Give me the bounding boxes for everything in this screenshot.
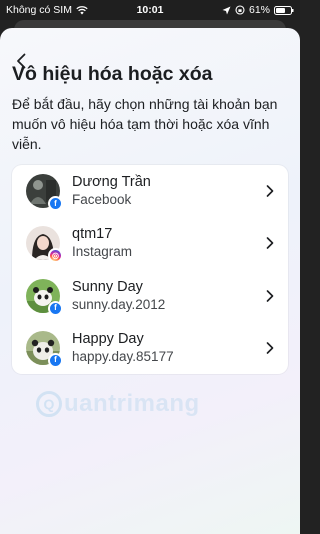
avatar-wrap: f <box>26 174 63 212</box>
account-name: qtm17 <box>72 226 113 243</box>
account-text: qtm17 Instagram <box>72 225 288 261</box>
instagram-icon: ◎ <box>48 248 63 264</box>
account-text: Dương Trần Facebook <box>72 173 288 209</box>
chevron-right-icon <box>266 185 274 197</box>
account-name: Dương Trần <box>72 174 151 191</box>
status-left: Không có SIM <box>6 4 222 16</box>
page-title: Vô hiệu hóa hoặc xóa <box>12 63 213 85</box>
chevron-right-icon <box>266 237 274 250</box>
status-bar: Không có SIM 10:01 61% <box>0 0 300 20</box>
facebook-icon: f <box>48 352 63 368</box>
watermark-text: uantrimang <box>64 390 200 417</box>
account-row-happy-day[interactable]: f Happy Day happy.day.85177 <box>12 322 288 374</box>
avatar-wrap: f <box>26 278 63 316</box>
wifi-icon <box>76 5 88 14</box>
account-row-qtm17[interactable]: ◎ qtm17 Instagram <box>12 217 288 269</box>
account-platform: sunny.day.2012 <box>72 296 166 312</box>
account-text: Happy Day happy.day.85177 <box>72 330 288 366</box>
account-platform: happy.day.85177 <box>72 348 174 364</box>
avatar-wrap: f <box>26 330 63 368</box>
chevron-right-icon <box>266 342 274 354</box>
account-name: Happy Day <box>72 330 144 347</box>
account-row-sunny-day[interactable]: f Sunny Day sunny.day.2012 <box>12 270 288 322</box>
rotation-lock-icon <box>235 5 245 15</box>
account-text: Sunny Day sunny.day.2012 <box>72 278 288 314</box>
facebook-icon: f <box>48 300 63 316</box>
battery-icon <box>274 5 294 15</box>
watermark: Q uantrimang <box>36 384 266 424</box>
account-name: Sunny Day <box>72 278 143 295</box>
status-right: 61% <box>222 4 294 16</box>
accounts-list: f Dương Trần Facebook ◎ qtm17 Instagram <box>12 165 288 374</box>
carrier-label: Không có SIM <box>6 4 72 16</box>
watermark-logo: Q <box>36 391 62 417</box>
account-row-duong-tran[interactable]: f Dương Trần Facebook <box>12 165 288 217</box>
avatar-wrap: ◎ <box>26 226 63 264</box>
account-platform: Facebook <box>72 192 132 208</box>
location-icon <box>222 6 231 14</box>
facebook-icon: f <box>48 196 63 212</box>
chevron-right-icon <box>266 289 274 302</box>
account-platform: Instagram <box>72 244 133 260</box>
page-description: Để bắt đầu, hãy chọn những tài khoản bạn… <box>12 96 278 152</box>
battery-percent: 61% <box>248 4 270 16</box>
